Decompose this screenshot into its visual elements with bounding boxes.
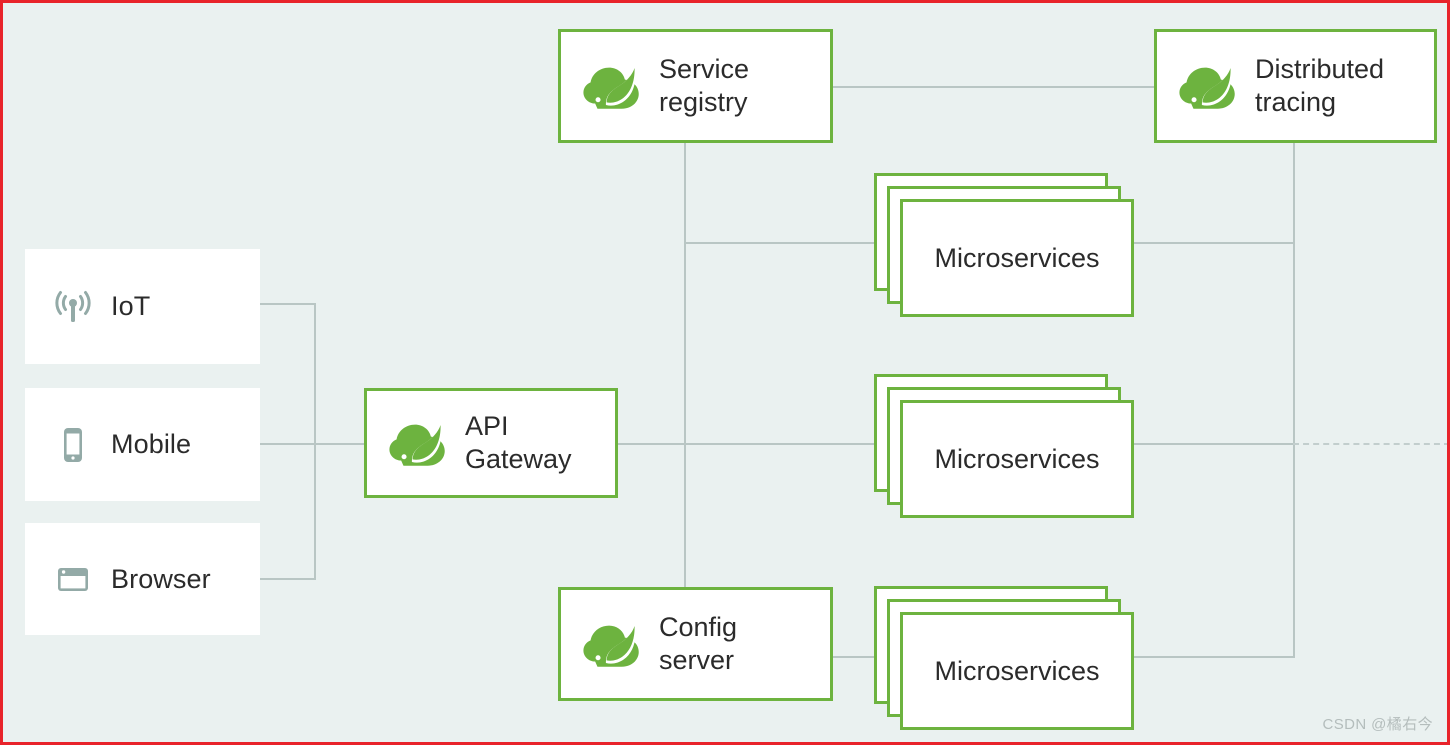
broadcast-antenna-icon — [51, 285, 95, 329]
spring-cloud-logo-icon — [1177, 60, 1239, 112]
connector-browser-stub — [260, 578, 316, 580]
browser-window-icon — [51, 557, 95, 601]
connector-clients-spine — [314, 303, 316, 580]
node-api-gateway[interactable]: API Gateway — [364, 388, 618, 498]
node-label-api-gateway: API Gateway — [465, 411, 572, 474]
mobile-phone-icon — [51, 423, 95, 467]
microservices-stack-2[interactable]: Microservices — [874, 374, 1134, 529]
spring-cloud-logo-icon — [387, 417, 449, 469]
microservices-label: Microservices — [934, 242, 1100, 273]
connector-iot-stub — [260, 303, 316, 305]
microservices-card-front[interactable]: Microservices — [900, 400, 1134, 518]
connector-center-trunk — [684, 137, 686, 644]
spring-cloud-logo-icon — [581, 618, 643, 670]
node-distributed-tracing[interactable]: Distributed tracing — [1154, 29, 1437, 143]
client-box-browser[interactable]: Browser — [25, 523, 260, 635]
microservices-label: Microservices — [934, 443, 1100, 474]
microservices-label: Microservices — [934, 655, 1100, 686]
connector-trunk-to-microservices-1 — [684, 242, 876, 244]
node-service-registry[interactable]: Service registry — [558, 29, 833, 143]
node-label-config-server: Config server — [659, 612, 738, 675]
connector-microservices-2-to-right-trunk — [1134, 443, 1295, 445]
connector-microservices-1-to-right-trunk — [1134, 242, 1295, 244]
connector-registry-to-tracing — [832, 86, 1154, 88]
client-label-iot: IoT — [111, 291, 151, 321]
microservices-stack-3[interactable]: Microservices — [874, 586, 1134, 741]
architecture-diagram: IoT Mobile Browser Service registry Dist… — [0, 0, 1450, 745]
connector-config-to-microservices-3 — [832, 656, 876, 658]
connector-trailing-dashed — [1293, 443, 1447, 447]
connector-microservices-3-to-right-trunk — [1134, 656, 1295, 658]
node-config-server[interactable]: Config server — [558, 587, 833, 701]
microservices-card-front[interactable]: Microservices — [900, 199, 1134, 317]
node-label-service-registry: Service registry — [659, 54, 750, 117]
client-label-browser: Browser — [111, 563, 211, 594]
client-label-mobile: Mobile — [111, 429, 192, 459]
connector-right-trunk — [1293, 137, 1295, 657]
client-box-mobile[interactable]: Mobile — [25, 388, 260, 501]
spring-cloud-logo-icon — [581, 60, 643, 112]
microservices-stack-1[interactable]: Microservices — [874, 173, 1134, 328]
connector-gateway-to-microservices-2 — [616, 443, 876, 445]
connector-clients-to-gateway — [260, 443, 365, 445]
client-box-iot[interactable]: IoT — [25, 249, 260, 364]
watermark-text: CSDN @橘右今 — [1322, 716, 1433, 733]
node-label-distributed-tracing: Distributed tracing — [1255, 54, 1385, 117]
microservices-card-front[interactable]: Microservices — [900, 612, 1134, 730]
